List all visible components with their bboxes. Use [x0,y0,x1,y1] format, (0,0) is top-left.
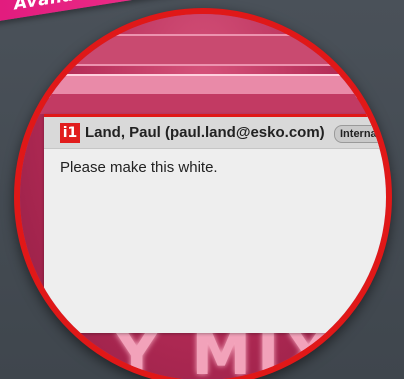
app-badge-icon: i1 [60,123,80,143]
internal-tag: Internal [334,125,386,143]
screenshot-stage: Y MIX i1 Land, Paul (paul.land@esko.com)… [0,0,404,379]
comment-author: Land, Paul (paul.land@esko.com) [85,124,325,141]
artwork-band [20,34,386,66]
magnifier-lens: Y MIX i1 Land, Paul (paul.land@esko.com)… [14,8,392,379]
comment-text: Please make this white. [60,159,218,176]
comment-header: i1 Land, Paul (paul.land@esko.com) Inter… [44,117,386,149]
artwork-band [20,94,386,114]
comment-card[interactable]: i1 Land, Paul (paul.land@esko.com) Inter… [44,114,386,333]
